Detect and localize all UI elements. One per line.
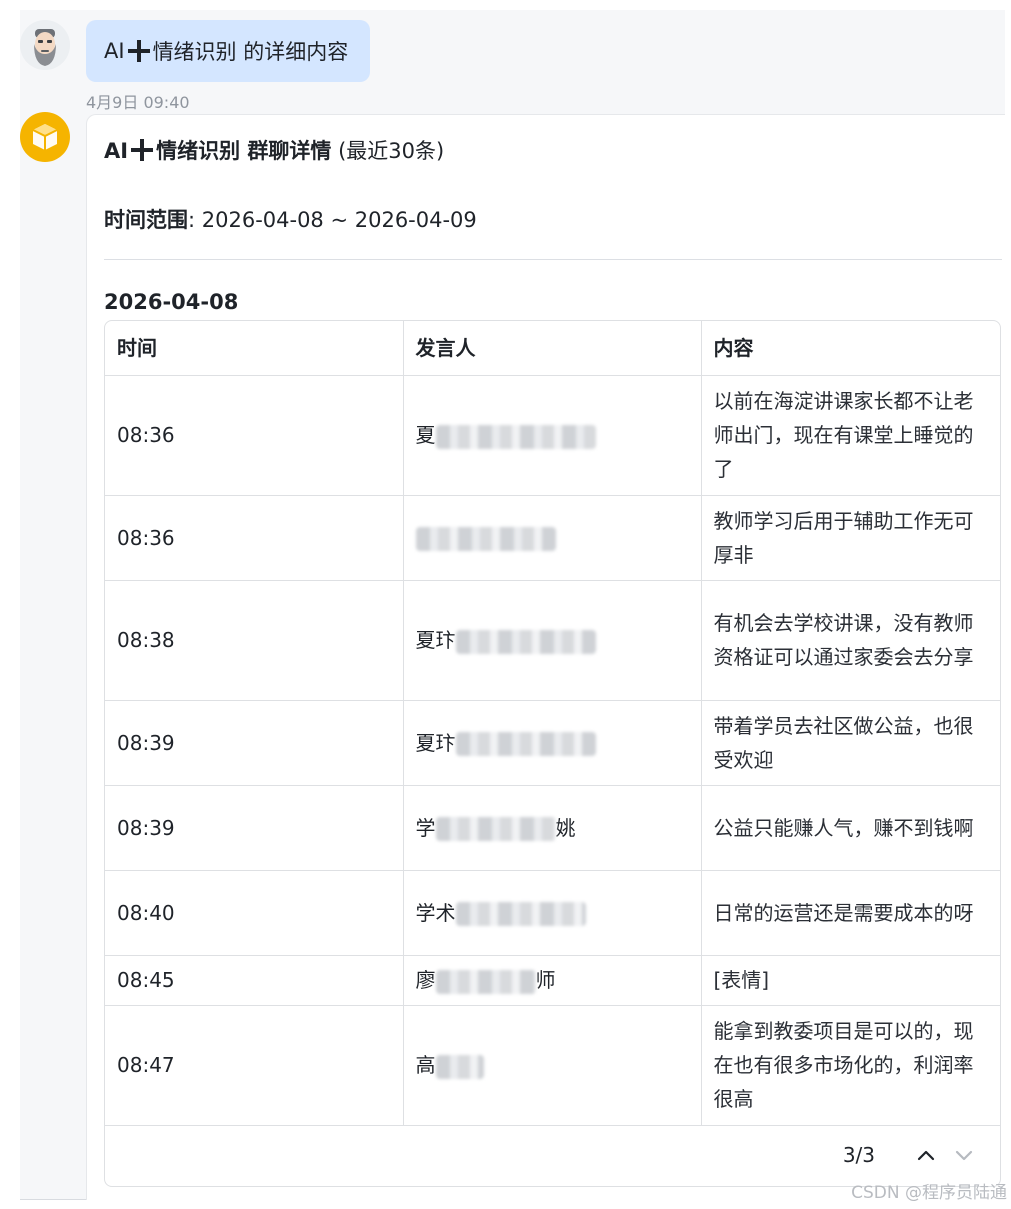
table-row: 08:38 夏玣 有机会去学校讲课，没有教师资格证可以通过家委会去分享: [105, 580, 1000, 701]
speaker-visible: 廖: [415, 968, 436, 992]
card-title-suffix: (最近30条): [331, 139, 445, 163]
redacted-name: [435, 424, 596, 449]
table-pager: 3/3: [104, 1124, 1001, 1186]
bearded-man-avatar: [20, 20, 70, 70]
cell-time: 08:36: [105, 495, 404, 581]
chevron-down-icon[interactable]: [949, 1140, 979, 1170]
table-row: 08:39 学姚 公益只能赚人气，赚不到钱啊: [105, 785, 1000, 871]
cell-speaker: 学术: [403, 870, 702, 956]
watermark: CSDN @程序员陆通: [851, 1183, 1007, 1203]
speaker-visible-tail: 师: [535, 968, 556, 992]
table-header-row: 时间 发言人 内容: [105, 321, 1000, 376]
cell-speaker: 夏玣: [403, 700, 702, 786]
time-range-label: 时间范围: [104, 208, 188, 232]
chevron-up-icon[interactable]: [911, 1140, 941, 1170]
redacted-name: [415, 527, 556, 551]
cell-speaker: [403, 495, 702, 581]
speaker-visible: 夏玣: [415, 628, 456, 652]
redacted-name: [435, 817, 556, 841]
cell-time: 08:40: [105, 870, 404, 956]
cell-content: 能拿到教委项目是可以的，现在也有很多市场化的，利润率很高: [701, 1005, 1000, 1126]
divider: [104, 259, 1002, 260]
table-row: 08:36 夏 以前在海淀讲课家长都不让老师出门，现在有课堂上睡觉的了: [105, 375, 1000, 496]
cell-speaker: 高: [403, 1005, 702, 1126]
cell-content: [表情]: [701, 955, 1000, 1006]
cell-time: 08:39: [105, 785, 404, 871]
speaker-visible: 学术: [415, 900, 456, 925]
redacted-name: [435, 969, 536, 994]
table-row: 08:45 廖师 [表情]: [105, 955, 1000, 1006]
cell-time: 08:36: [105, 375, 404, 496]
user-message-prefix: AI: [104, 39, 125, 63]
cell-time: 08:47: [105, 1005, 404, 1126]
card-title-bold: 情绪识别 群聊详情: [156, 139, 332, 163]
cell-speaker: 夏: [403, 375, 702, 496]
cell-content: 教师学习后用于辅助工作无可厚非: [701, 495, 1000, 581]
user-avatar[interactable]: [20, 20, 70, 70]
bot-avatar[interactable]: [20, 112, 70, 162]
speaker-visible-tail: 姚: [555, 815, 576, 840]
redacted-name: [455, 732, 596, 756]
plus-icon: [131, 139, 154, 161]
cell-speaker: 廖师: [403, 955, 702, 1006]
column-header-time: 时间: [105, 321, 404, 376]
page-indicator: 3/3: [842, 1143, 875, 1167]
message-timestamp: 4月9日 09:40: [86, 93, 190, 112]
date-heading: 2026-04-08: [104, 290, 239, 314]
time-range-value: : 2026-04-08 ~ 2026-04-09: [188, 208, 477, 232]
column-header-content: 内容: [701, 321, 1000, 376]
cell-content: 有机会去学校讲课，没有教师资格证可以通过家委会去分享: [701, 580, 1000, 701]
cell-content: 带着学员去社区做公益，也很受欢迎: [701, 700, 1000, 786]
cell-content: 日常的运营还是需要成本的呀: [701, 870, 1000, 956]
speaker-visible: 高: [415, 1053, 436, 1077]
speaker-visible: 学: [415, 815, 436, 840]
user-message-bubble[interactable]: AI 情绪识别 的详细内容: [86, 20, 371, 82]
user-message-text: 情绪识别 的详细内容: [152, 40, 349, 64]
table-row: 08:47 高 能拿到教委项目是可以的，现在也有很多市场化的，利润率很高: [105, 1005, 1000, 1126]
time-range: 时间范围: 2026-04-08 ~ 2026-04-09: [104, 204, 477, 234]
cell-time: 08:38: [105, 580, 404, 701]
plus-icon: [127, 40, 150, 62]
cell-time: 08:45: [105, 955, 404, 1006]
card-title-prefix: AI: [104, 139, 129, 163]
cell-speaker: 学姚: [403, 785, 702, 871]
table-row: 08:39 夏玣 带着学员去社区做公益，也很受欢迎: [105, 700, 1000, 786]
card-title: AI 情绪识别 群聊详情 (最近30条): [104, 135, 444, 165]
cell-time: 08:39: [105, 700, 404, 786]
column-header-speaker: 发言人: [403, 321, 702, 376]
speaker-visible: 夏玣: [415, 730, 456, 755]
speaker-visible: 夏: [415, 423, 436, 447]
redacted-name: [435, 1054, 484, 1079]
cube-box-icon: [32, 124, 58, 150]
chat-detail-table: 时间 发言人 内容 08:36 夏 以前在海淀讲课家长都不让老师出门，现在有课堂…: [104, 320, 1001, 1187]
cell-content: 公益只能赚人气，赚不到钱啊: [701, 785, 1000, 871]
cell-speaker: 夏玣: [403, 580, 702, 701]
redacted-name: [455, 902, 586, 926]
cell-content: 以前在海淀讲课家长都不让老师出门，现在有课堂上睡觉的了: [701, 375, 1000, 496]
redacted-name: [455, 629, 596, 654]
table-row: 08:36 教师学习后用于辅助工作无可厚非: [105, 495, 1000, 581]
table-row: 08:40 学术 日常的运营还是需要成本的呀: [105, 870, 1000, 956]
